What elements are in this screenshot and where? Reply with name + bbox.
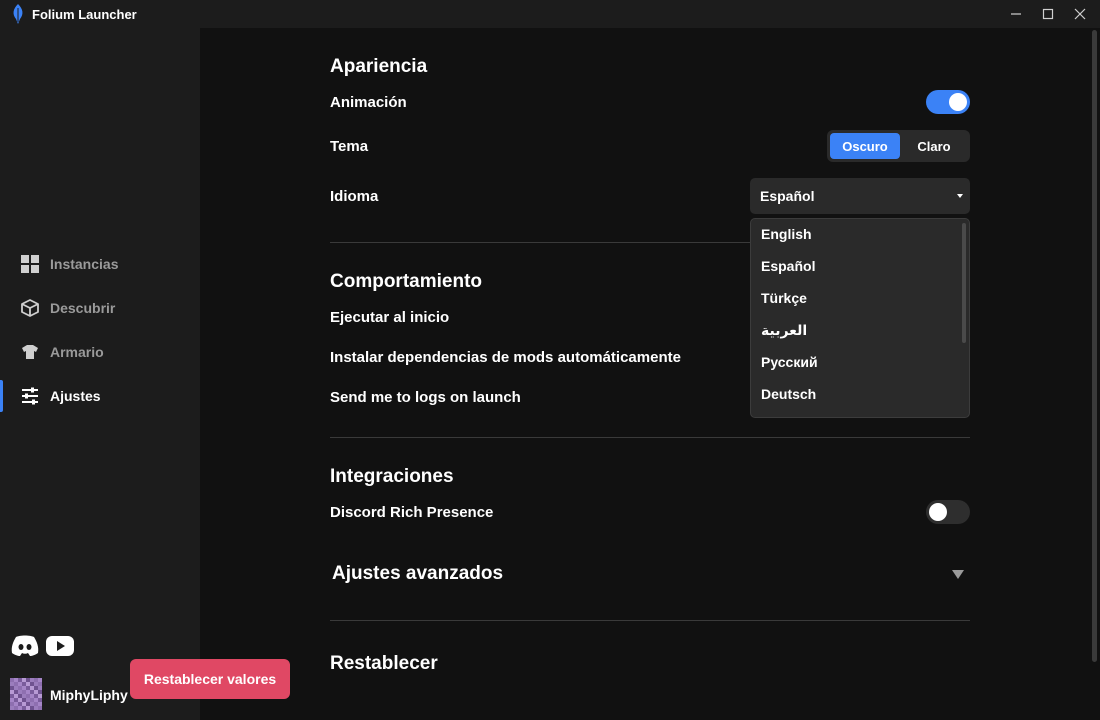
discord-rich-presence-toggle[interactable] — [926, 500, 970, 524]
animation-toggle[interactable] — [926, 90, 970, 114]
maximize-icon — [1042, 8, 1054, 20]
theme-label: Tema — [330, 138, 369, 155]
language-option-english[interactable]: English — [761, 226, 812, 242]
sidebar-item-label: Ajustes — [50, 388, 101, 404]
sidebar-item-label: Instancias — [50, 256, 119, 272]
language-option-russian[interactable]: Русский — [761, 354, 818, 370]
language-select-value: Español — [760, 188, 815, 204]
settings-panel: Apariencia Animación Tema Oscuro Claro I… — [200, 28, 1090, 720]
discord-link[interactable] — [10, 632, 40, 660]
app-title: Folium Launcher — [32, 7, 137, 22]
youtube-icon — [46, 636, 74, 656]
section-title-integrations: Integraciones — [330, 466, 454, 487]
section-title-advanced: Ajustes avanzados — [332, 563, 504, 584]
sidebar-item-label: Armario — [50, 344, 104, 360]
chevron-down-icon — [952, 570, 964, 579]
toggle-knob — [929, 503, 947, 521]
theme-option-oscuro[interactable]: Oscuro — [830, 133, 900, 159]
theme-option-claro[interactable]: Claro — [901, 133, 967, 159]
toggle-knob — [949, 93, 967, 111]
language-option-turkce[interactable]: Türkçe — [761, 290, 807, 306]
sidebar-item-descubrir[interactable]: Descubrir — [0, 292, 200, 324]
leaf-logo-icon — [13, 4, 23, 24]
sidebar-item-armario[interactable]: Armario — [0, 336, 200, 368]
divider — [330, 620, 970, 621]
close-icon — [1074, 8, 1086, 20]
language-option-espanol[interactable]: Español — [761, 258, 815, 274]
sidebar-item-label: Descubrir — [50, 300, 116, 316]
cube-icon — [21, 299, 39, 317]
grid-icon — [21, 255, 39, 273]
maximize-button[interactable] — [1032, 0, 1064, 28]
divider — [330, 437, 970, 438]
language-dropdown: English Español Türkçe العربية Русский D… — [750, 218, 970, 418]
close-button[interactable] — [1064, 0, 1096, 28]
logs-on-launch-label: Send me to logs on launch — [330, 389, 521, 406]
language-option-arabic[interactable]: العربية — [761, 322, 807, 339]
minimize-button[interactable] — [1000, 0, 1032, 28]
sidebar-item-instancias[interactable]: Instancias — [0, 248, 200, 280]
title-bar: Folium Launcher — [0, 0, 1100, 28]
section-title-behavior: Comportamiento — [330, 271, 482, 292]
minimize-icon — [1011, 13, 1021, 15]
sidebar-item-ajustes[interactable]: Ajustes — [0, 380, 200, 412]
youtube-link[interactable] — [46, 632, 74, 660]
theme-selector: Oscuro Claro — [827, 130, 970, 162]
user-name: MiphyLiphy — [50, 687, 128, 703]
reset-values-button[interactable]: Restablecer valores — [130, 659, 290, 699]
section-title-appearance: Apariencia — [330, 56, 428, 77]
language-option-deutsch[interactable]: Deutsch — [761, 386, 816, 402]
discord-rich-presence-label: Discord Rich Presence — [330, 504, 494, 521]
discord-icon — [11, 635, 39, 656]
dropdown-scrollbar[interactable] — [962, 223, 966, 343]
avatar — [10, 678, 42, 710]
install-deps-label: Instalar dependencias de mods automática… — [330, 349, 681, 366]
caret-down-icon — [957, 194, 963, 198]
advanced-settings-header[interactable]: Ajustes avanzados — [330, 558, 970, 588]
page-scrollbar[interactable] — [1092, 30, 1097, 662]
sliders-icon — [22, 387, 38, 405]
run-at-start-label: Ejecutar al inicio — [330, 309, 450, 326]
shirt-icon — [22, 345, 38, 359]
language-label: Idioma — [330, 188, 379, 205]
language-select[interactable]: Español — [750, 178, 970, 214]
animation-label: Animación — [330, 94, 407, 111]
section-title-reset: Restablecer — [330, 653, 438, 674]
sidebar: Instancias Descubrir Armario Ajustes Mip… — [0, 28, 200, 720]
